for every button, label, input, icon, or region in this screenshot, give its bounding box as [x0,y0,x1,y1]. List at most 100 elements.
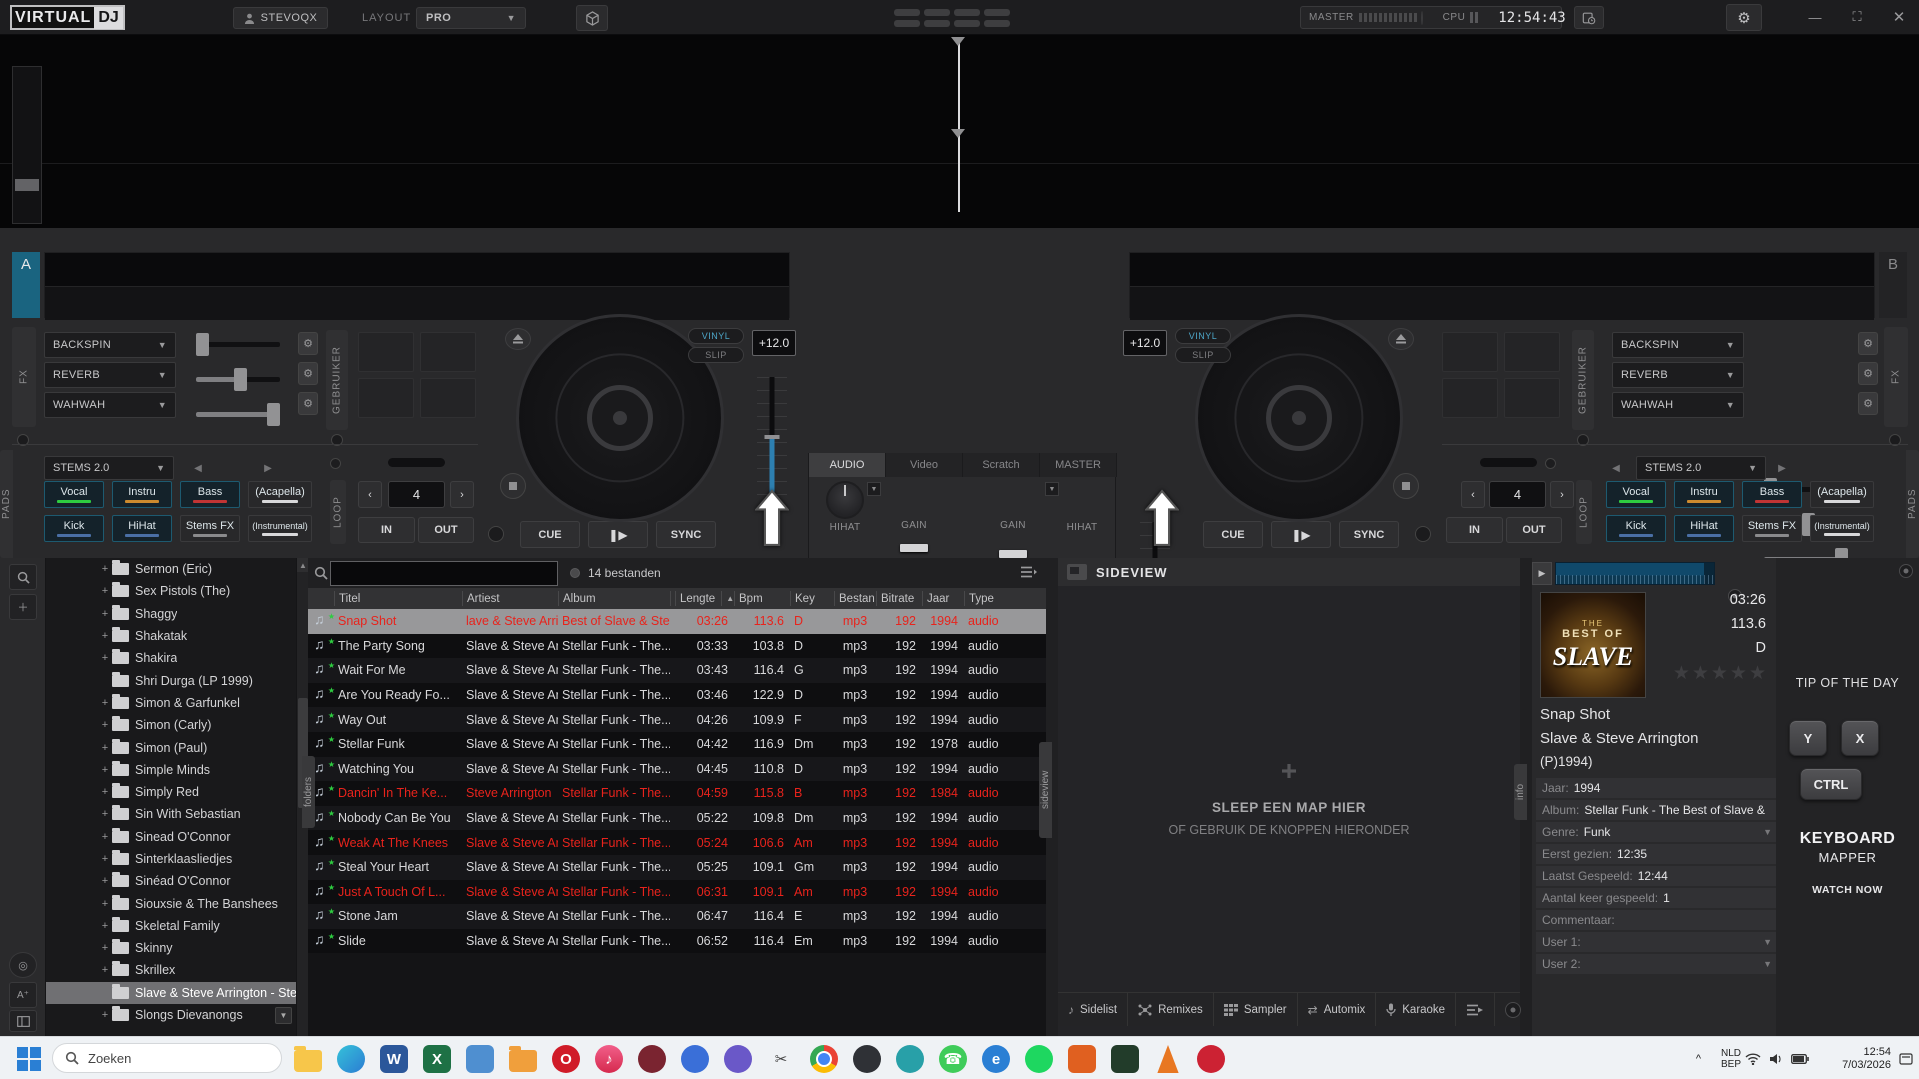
deck-a-play-button[interactable]: ❚▶ [588,521,648,548]
deck-b-user-slot[interactable] [1504,378,1560,418]
track-row[interactable]: ♫★ Wait For Me Slave & Steve Ar... Stell… [308,658,1046,683]
folder-tree-item[interactable]: Shri Durga (LP 1999) ▼ [46,669,308,691]
deck-b-vinyl-button[interactable]: VINYL [1175,328,1231,344]
info-collapse-tab[interactable]: info [1514,764,1527,820]
track-row[interactable]: ♫★ Steal Your Heart Slave & Steve Ar... … [308,855,1046,880]
pad-bass[interactable]: Bass [1742,481,1802,508]
track-row[interactable]: ♫★ Dancin' In The Ke... Steve Arrington … [308,781,1046,806]
deck-a-fx2-slider[interactable] [196,377,280,382]
col-key[interactable]: Key [790,591,834,606]
deck-a-tab[interactable]: A [12,252,40,318]
sidelist-button[interactable]: ♪ Sidelist [1058,993,1128,1026]
expand-plus[interactable]: + [98,742,112,754]
loop-double-button[interactable]: › [1550,481,1574,508]
taskbar-app-icon[interactable] [638,1045,666,1073]
expand-plus[interactable]: + [98,920,112,932]
deck-b-volume-cap[interactable] [999,550,1027,558]
track-search-input[interactable] [330,561,558,586]
pad-acapella[interactable]: (Acapella) [1810,481,1874,508]
deck-a-fx-rail[interactable]: FX [12,327,36,427]
expand-plus[interactable]: + [98,608,112,620]
expand-plus[interactable]: + [98,1009,112,1021]
taskbar-app-icon[interactable] [724,1045,752,1073]
deck-b-pads-rail[interactable]: PADS [1906,450,1919,558]
deck-a-user-slot[interactable] [420,332,476,372]
info-row[interactable]: User 2: ▼ [1536,954,1780,974]
minimize-button[interactable]: — [1800,6,1830,28]
info-row[interactable]: Commentaar: ▼ [1536,910,1780,930]
folder-tree-item[interactable]: + Skeletal Family ▼ [46,915,308,937]
stem-eq-mode-button[interactable]: ▼ [1045,482,1059,496]
col-bitrate[interactable]: Bitrate [876,591,922,606]
track-row[interactable]: ♫★ The Party Song Slave & Steve Ar... St… [308,634,1046,659]
loop-dot[interactable] [1545,458,1556,469]
folder-tree-item[interactable]: + Siouxsie & The Banshees ▼ [46,892,308,914]
expand-plus[interactable]: + [98,697,112,709]
expand-plus[interactable]: + [98,563,112,575]
record-button[interactable] [1495,993,1531,1026]
rating-stars[interactable]: ★★★★★ [1673,662,1768,685]
deck-a-load-button[interactable] [505,328,531,350]
loop-size-display[interactable]: 4 [1489,481,1546,508]
folder-tree-item[interactable]: + Sermon (Eric) ▼ [46,558,308,580]
deck-a-hihat-knob[interactable] [826,481,864,519]
list-options-button[interactable] [1020,565,1038,582]
pad-stemsfx[interactable]: Stems FX [180,515,240,542]
taskbar-app-icon[interactable] [1197,1045,1225,1073]
language-indicator[interactable]: NLDBEP [1721,1037,1741,1079]
deck-b-cue-button[interactable]: CUE [1203,521,1263,548]
layout-select[interactable]: PRO ▼ [416,7,526,29]
pad-acapella[interactable]: (Acapella) [248,481,312,508]
system-tray-icons[interactable] [1745,1037,1809,1079]
pad-instrumental[interactable]: (Instrumental) [248,515,312,542]
expand-plus[interactable]: + [98,831,112,843]
panel-options-dot[interactable] [1899,564,1913,578]
deck-b-load-button[interactable] [1388,328,1414,350]
folder-tree-item[interactable]: + Simon (Carly) ▼ [46,714,308,736]
record-target-button[interactable]: ◎ [9,952,37,978]
deck-b-slip-button[interactable]: SLIP [1175,347,1231,363]
deck-b-user-slot[interactable] [1504,332,1560,372]
pad-hihat[interactable]: HiHat [1674,515,1734,542]
expand-plus[interactable]: + [98,786,112,798]
col-bpm[interactable]: Bpm [734,591,790,606]
folder-tree-item[interactable]: Slave & Steve Arrington - Stell ▼ [46,982,308,1004]
deck-a-pad-page-select[interactable]: STEMS 2.0▼ [44,456,174,480]
sampler-button[interactable]: Sampler [1214,993,1298,1026]
pad-kick[interactable]: Kick [1606,515,1666,542]
track-row[interactable]: ♫★ Nobody Can Be You Slave & Steve Ar...… [308,806,1046,831]
key-y-button[interactable]: Y [1789,720,1827,756]
key-x-button[interactable]: X [1841,720,1879,756]
folder-search-button[interactable] [9,564,37,590]
deck-a-user-slot[interactable] [358,378,414,418]
folder-tree-item[interactable]: + Sinead O'Connor ▼ [46,826,308,848]
user-account-button[interactable]: STEVOQX [233,7,328,29]
taskbar-search[interactable]: Zoeken [52,1043,282,1073]
mini-position-bar[interactable] [15,179,39,191]
expand-plus[interactable]: + [98,630,112,642]
tab-audio[interactable]: AUDIO [809,453,886,477]
deck-layout-switcher[interactable] [894,9,1018,27]
taskbar-clock[interactable]: 12:547/03/2026 [1842,1037,1891,1079]
folder-tree-item[interactable]: + Simply Red ▼ [46,781,308,803]
folder-tree-item[interactable]: + Skinny ▼ [46,937,308,959]
col-type[interactable]: Type [964,591,1010,606]
deck-a-volume-cap[interactable] [900,544,928,552]
folder-tree-item[interactable]: + Sinterklaasliedjes ▼ [46,848,308,870]
taskbar-app-icon[interactable] [509,1050,537,1072]
deck-a-loop-move[interactable] [388,458,445,467]
deck-b-fx1-select[interactable]: BACKSPIN▼ [1612,332,1744,358]
folder-tree-item[interactable]: + Sex Pistols (The) ▼ [46,580,308,602]
taskbar-app-icon[interactable]: e [982,1045,1010,1073]
deck-b-user-rail[interactable]: GEBRUIKER [1572,330,1594,430]
pad-instru[interactable]: Instru [112,481,172,508]
folder-tree-item[interactable]: + Sinéad O'Connor ▼ [46,870,308,892]
deck-a-loop-rail[interactable]: LOOP [330,480,346,544]
expand-plus[interactable]: + [98,853,112,865]
taskbar-app-icon[interactable] [466,1045,494,1073]
deck-b-play-button[interactable]: ❚▶ [1271,521,1331,548]
pad-vocal[interactable]: Vocal [1606,481,1666,508]
track-row[interactable]: ♫★ Slide Slave & Steve Ar... Stellar Fun… [308,929,1046,954]
pad-instrumental[interactable]: (Instrumental) [1810,515,1874,542]
deck-a-pads-rail[interactable]: PADS [0,450,13,558]
